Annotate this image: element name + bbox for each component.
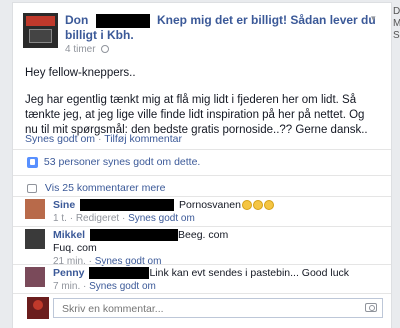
post-card: Don Knep mig det er billigt! Sådan lever… [12,2,392,328]
edited-label[interactable]: Redigeret [76,213,119,224]
like-link[interactable]: Synes godt om [25,133,95,145]
post-time[interactable]: 4 timer [65,44,96,55]
right-column-fragment: D M S [393,0,400,42]
avatar-strip [26,16,55,26]
comment-body: Sine Pornosvanen 1 t. · Redigeret · Syne… [53,199,379,225]
separator: · [88,256,92,267]
divider [13,175,391,176]
chevron-down-icon[interactable]: ▾ [371,13,383,23]
redaction-bar [80,199,175,212]
right-fragment-line: M [393,18,400,29]
divider [13,196,391,197]
current-user-avatar [27,297,49,319]
author-name[interactable]: Don [65,13,88,27]
thumbs-up-icon [27,156,38,168]
separator: · [121,213,126,224]
comment-text: Pornosvanen [179,199,241,211]
comment-time[interactable]: 1 t. [53,213,67,224]
avatar-logo [29,29,52,43]
comment-text: Beeg. com [178,229,229,241]
likes-summary: 53 personer synes godt om dette. [27,156,200,168]
redaction-bar [89,267,150,280]
divider [13,264,391,265]
view-more-comments[interactable]: Vis 25 kommentarer mere [27,182,166,194]
divider [13,226,391,227]
comment-time[interactable]: 7 min. [53,281,80,292]
comment-body: Mikkel Beeg. com Fuq. com 21 min. · Syne… [53,229,379,268]
comment-meta: 7 min. · Synes godt om [53,280,379,293]
comment-link[interactable]: Tilføj kommentar [104,133,182,145]
view-more-comments-label[interactable]: Vis 25 kommentarer mere [45,182,166,194]
likes-count-link[interactable]: 53 personer synes godt om dette. [44,156,200,168]
post-paragraph: Jeg har egentlig tænkt mig at flå mig li… [25,94,368,136]
divider [13,293,391,294]
globe-icon [101,45,110,54]
separator: · [69,213,74,224]
commenter-name[interactable]: Penny [53,267,85,279]
comment-like-link[interactable]: Synes godt om [89,281,156,292]
laughing-emoji-icon [263,200,274,211]
comment-text-line2: Fuq. com [53,242,97,254]
right-fragment-line: D [393,6,400,17]
commenter-avatar[interactable] [25,267,45,287]
comment-item: Sine Pornosvanen 1 t. · Redigeret · Syne… [25,199,381,225]
comment-meta: 1 t. · Redigeret · Synes godt om [53,212,379,225]
commenter-avatar[interactable] [25,229,45,249]
comment-bubble-icon [27,183,37,193]
laughing-emoji-icon [241,200,252,211]
comment-text: Link kan evt sendes i pastebin... Good l… [149,267,350,279]
redaction-bar [90,229,179,242]
post-header: Don Knep mig det er billigt! Sådan lever… [65,13,385,43]
author-avatar[interactable] [23,13,58,48]
divider [13,149,391,150]
comment-time[interactable]: 21 min. [53,256,86,267]
right-fragment-line: S [393,30,400,41]
comment-like-link[interactable]: Synes godt om [128,213,195,224]
comment-like-link[interactable]: Synes godt om [95,256,162,267]
separator: · [97,133,102,145]
comment-input[interactable] [60,300,354,318]
comment-item: Mikkel Beeg. com Fuq. com 21 min. · Syne… [25,229,381,267]
commenter-name[interactable]: Mikkel [53,229,85,241]
comment-body: Penny Link kan evt sendes i pastebin... … [53,267,379,293]
comment-composer[interactable] [53,298,383,318]
commenter-name[interactable]: Sine [53,199,75,211]
commenter-avatar[interactable] [25,199,45,219]
post-actions: Synes godt om · Tilføj kommentar [25,133,182,145]
comment-item: Penny Link kan evt sendes i pastebin... … [25,267,381,293]
redaction-bar [95,13,150,28]
post-timestamp: 4 timer [65,44,110,55]
camera-icon[interactable] [365,303,377,312]
post-paragraph: Hey fellow-kneppers.. [25,67,136,79]
laughing-emoji-icon [252,200,263,211]
separator: · [83,281,87,292]
